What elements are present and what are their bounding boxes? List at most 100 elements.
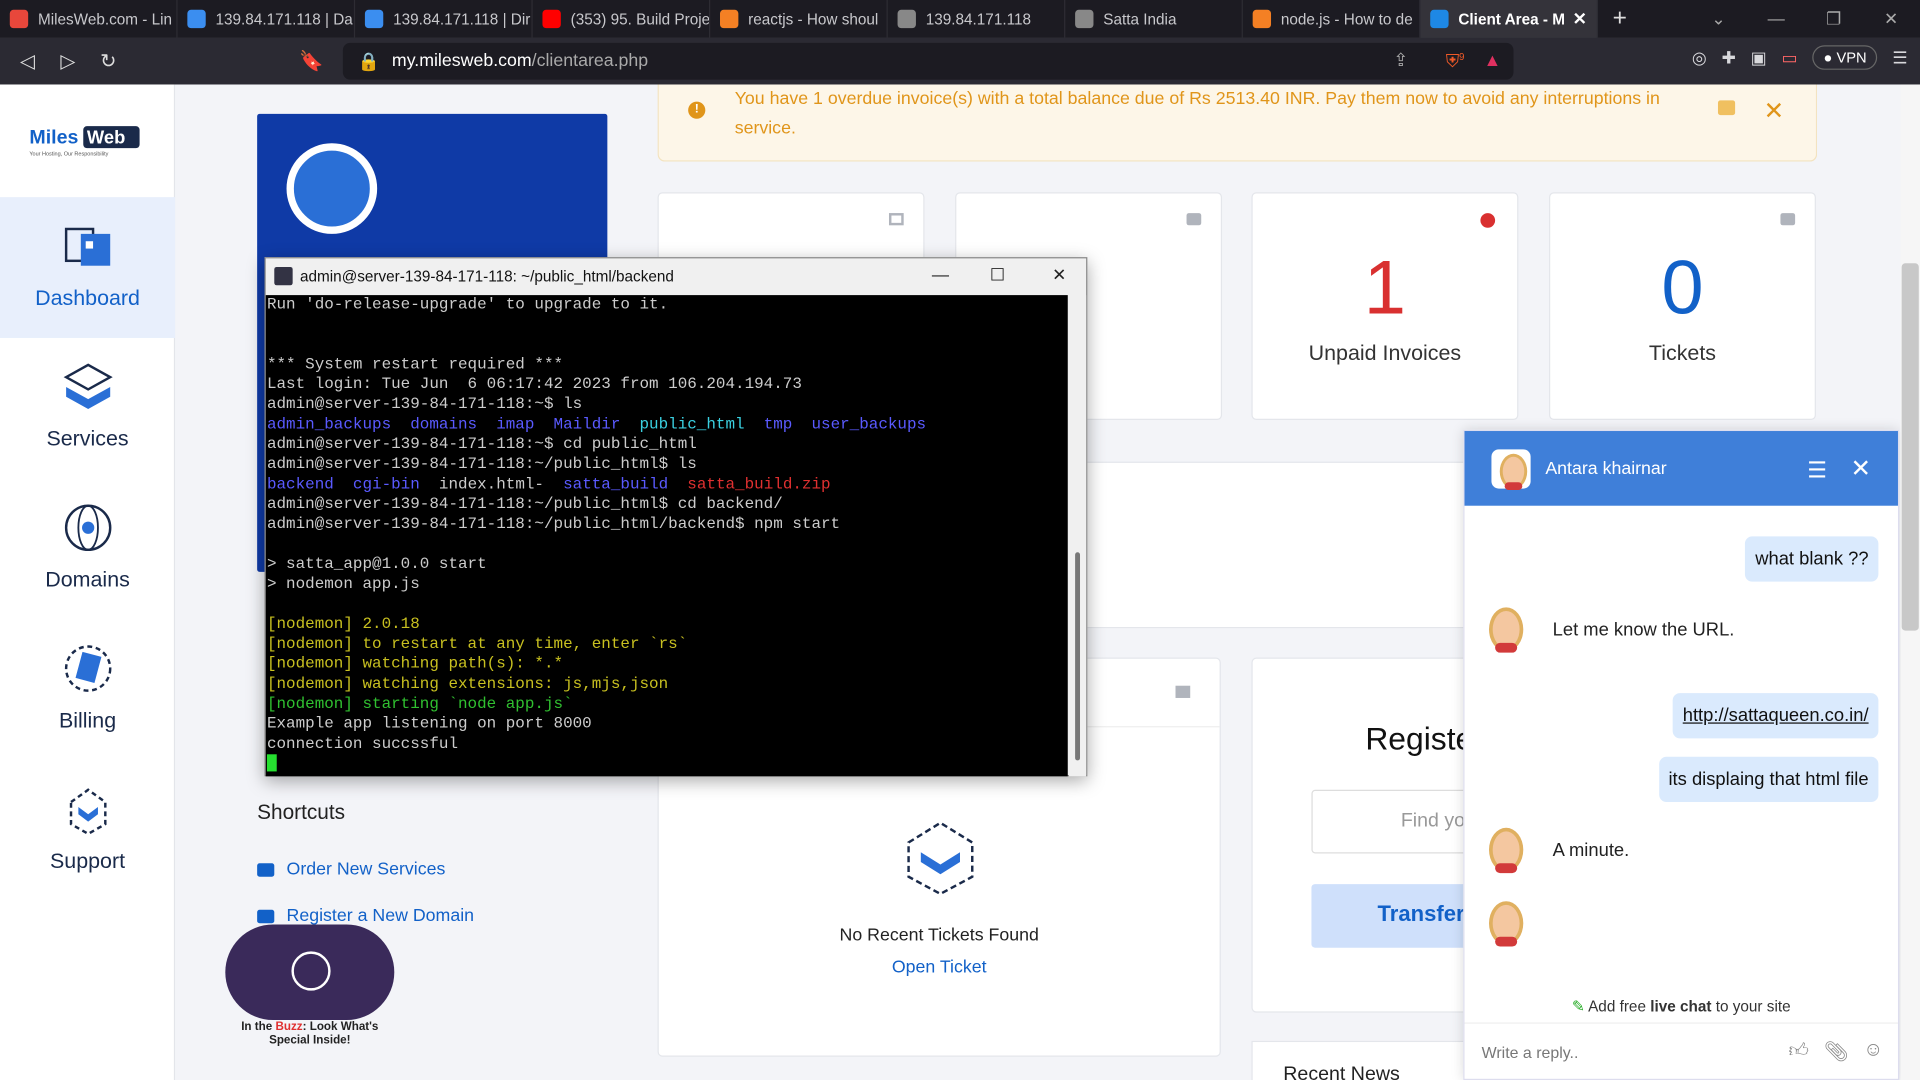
wallet-icon[interactable]: ◎ <box>1692 47 1707 68</box>
browser-tab[interactable]: Client Area - M ✕ <box>1420 0 1598 38</box>
close-tab-icon[interactable]: ✕ <box>1573 9 1587 30</box>
terminal-line: [nodemon] starting `node app.js` <box>266 694 573 713</box>
chat-menu-icon[interactable]: ☰ <box>1807 458 1827 484</box>
services-icon <box>62 363 113 409</box>
reload-button[interactable]: ↻ <box>88 49 128 73</box>
support-box-icon <box>907 821 974 896</box>
chat-message-user: its displaing that html file <box>1658 756 1879 803</box>
forward-button[interactable]: ▷ <box>48 49 88 73</box>
terminal-minimize-button[interactable]: — <box>932 264 949 284</box>
domain-search-input[interactable]: Find yo <box>1311 789 1483 854</box>
server-icon <box>888 213 904 226</box>
chat-bubble-icon: ✎ <box>1571 997 1585 1016</box>
close-window-button[interactable]: ✕ <box>1862 9 1920 30</box>
tab-label: (353) 95. Build Proje <box>570 10 711 28</box>
chat-close-button[interactable]: ✕ <box>1851 453 1872 484</box>
emoji-icon[interactable]: ☺ <box>1863 1040 1883 1064</box>
brave-shield-icon[interactable]: ⛨9 <box>1446 51 1465 72</box>
sidebar-item-billing[interactable]: Billing <box>0 620 175 761</box>
unpaid-invoices-label: Unpaid Invoices <box>1308 340 1462 365</box>
tab-label: Client Area - M <box>1458 10 1565 28</box>
sidebar-item-label: Services <box>46 426 129 451</box>
folder-icon[interactable] <box>1717 100 1736 116</box>
vpn-label: VPN <box>1836 48 1867 67</box>
terminal-line: > nodemon app.js <box>266 574 420 593</box>
terminal-maximize-button[interactable]: ☐ <box>990 264 1005 285</box>
terminal-close-button[interactable]: ✕ <box>1052 264 1066 285</box>
power-icon <box>286 143 378 234</box>
minimize-button[interactable]: — <box>1747 9 1805 30</box>
tag-icon <box>1186 213 1202 226</box>
play-icon[interactable] <box>291 951 331 991</box>
stat-card-tickets[interactable]: 0 Tickets <box>1548 192 1816 421</box>
maximize-button[interactable]: ❐ <box>1805 9 1863 30</box>
order-new-services-link[interactable]: Order New Services <box>257 860 474 879</box>
attachment-icon[interactable]: 📎︎ <box>1824 1040 1849 1064</box>
open-ticket-link[interactable]: Open Ticket <box>659 958 1220 978</box>
putty-icon <box>274 266 293 286</box>
browser-tab[interactable]: node.js - How to de <box>1243 0 1421 38</box>
terminal-line: [nodemon] watching extensions: js,mjs,js… <box>266 674 669 693</box>
agent-avatar <box>1488 607 1524 653</box>
back-button[interactable]: ◁ <box>7 49 47 73</box>
browser-tab[interactable]: (353) 95. Build Proje <box>533 0 711 38</box>
chat-message-user[interactable]: http://sattaqueen.co.in/ <box>1672 693 1879 739</box>
news-card: Recent News <box>1251 1040 1472 1080</box>
screen: MilesWeb.com - Lin 139.84.171.118 | Da 139… <box>0 0 1920 1080</box>
stat-card-unpaid-invoices[interactable]: 1 Unpaid Invoices <box>1251 192 1519 421</box>
warning-icon: ! <box>688 101 706 119</box>
promo-widget[interactable]: In the Buzz: Look What's Special Inside! <box>224 924 395 1059</box>
agent-name: Antara khairnar <box>1545 458 1667 479</box>
terminal-line: [nodemon] 2.0.18 <box>266 614 420 633</box>
share-icon[interactable]: ⇪ <box>1393 51 1408 71</box>
unpaid-invoices-count: 1 <box>1363 246 1407 331</box>
bookmark-icon[interactable]: 🔖 <box>291 49 331 73</box>
sidebar-item-support[interactable]: Support <box>0 760 175 901</box>
terminal-line: admin@server-139-84-171-118:~$ ls <box>266 394 583 414</box>
address-bar[interactable]: 🔒 my.milesweb.com/clientarea.php ⇪ ⛨9 ▲ <box>342 42 1514 80</box>
browser-tab[interactable]: MilesWeb.com - Lin <box>0 0 178 38</box>
alert-close-button[interactable]: ✕ <box>1764 97 1785 126</box>
tab-list-chevron-icon[interactable]: ⌄ <box>1690 9 1748 30</box>
transfer-button[interactable]: Transfer <box>1311 884 1483 948</box>
sidebar-icon[interactable]: ▣ <box>1751 47 1767 68</box>
leo-icon[interactable]: ▭ <box>1782 47 1798 68</box>
menu-icon[interactable]: ☰ <box>1892 47 1907 68</box>
brave-rewards-icon[interactable]: ▲ <box>1484 51 1502 71</box>
vpn-button[interactable]: ● VPN <box>1812 45 1878 70</box>
sidebar-item-label: Billing <box>58 707 117 733</box>
alert-text: You have 1 overdue invoice(s) with a tot… <box>734 89 1660 139</box>
sidebar-item-dashboard[interactable]: Dashboard <box>0 197 176 338</box>
terminal-line: backend cgi-bin index.html- satta_build … <box>266 474 831 494</box>
thumbs-up-icon[interactable]: 👍︎ <box>1789 1040 1809 1064</box>
terminal-scrollbar[interactable] <box>1068 295 1087 777</box>
tab-label: 139.84.171.118 | Da <box>215 10 353 28</box>
browser-tab[interactable]: Satta India <box>1065 0 1243 38</box>
browser-tab[interactable]: 139.84.171.118 | Dir <box>355 0 533 38</box>
chat-message-agent: A minute. <box>1552 840 1630 861</box>
browser-tab[interactable]: reactjs - How shoul <box>710 0 888 38</box>
sidebar-item-domains[interactable]: Domains <box>0 479 175 620</box>
svg-text:Web: Web <box>87 126 125 147</box>
terminal-titlebar[interactable]: admin@server-139-84-171-118: ~/public_ht… <box>266 258 1086 295</box>
register-domain-link[interactable]: Register a New Domain <box>257 906 474 926</box>
ssh-terminal-window[interactable]: admin@server-139-84-171-118: ~/public_ht… <box>264 257 1088 777</box>
shield-count: 9 <box>1459 50 1465 62</box>
chat-footer[interactable]: ✎ Add free live chat to your site <box>1465 997 1898 1015</box>
chat-reply-actions: 👍︎ 📎︎ ☺ <box>1789 1040 1884 1064</box>
page-scrollbar[interactable] <box>1900 84 1920 1080</box>
tab-favicon-icon <box>542 9 561 29</box>
terminal-output[interactable]: Run 'do-release-upgrade' to upgrade to i… <box>265 295 1068 777</box>
tag-icon <box>1780 213 1796 226</box>
extensions-icon[interactable]: ✚ <box>1722 47 1736 68</box>
new-tab-button[interactable]: + <box>1613 5 1650 33</box>
browser-tab[interactable]: 139.84.171.118 <box>888 0 1066 38</box>
browser-tab[interactable]: 139.84.171.118 | Da <box>178 0 356 38</box>
terminal-line: admin@server-139-84-171-118:~/public_htm… <box>266 494 783 514</box>
sidebar-item-label: Support <box>50 848 126 874</box>
milesweb-logo[interactable]: Miles Web Your Hosting, Our Responsibili… <box>29 121 147 158</box>
sidebar-item-services[interactable]: Services <box>0 338 175 479</box>
